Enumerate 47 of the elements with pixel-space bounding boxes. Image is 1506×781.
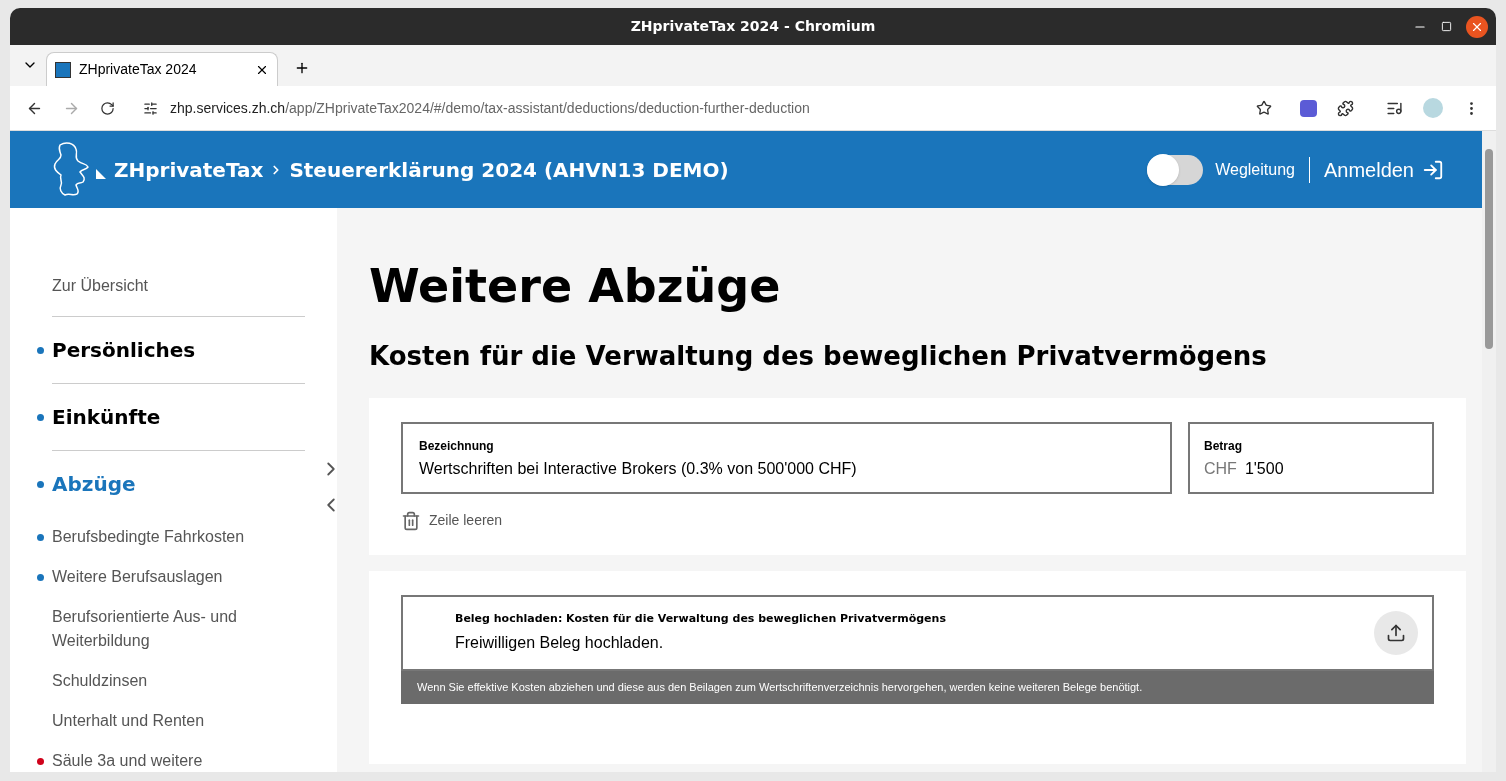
sidebar-item[interactable]: Persönliches xyxy=(52,338,196,362)
sidebar-item[interactable]: Säule 3a und weitere xyxy=(52,749,203,772)
bookmark-star-icon[interactable] xyxy=(1256,100,1272,116)
upload-field[interactable]: Beleg hochladen: Kosten für die Verwaltung des beweglichen Privatvermögens Freiwilligen Beleg hochladen. xyxy=(401,595,1434,671)
window-title: ZHprivateTax 2024 - Chromium xyxy=(630,17,876,36)
upload-button[interactable] xyxy=(1374,611,1418,655)
favicon xyxy=(55,61,71,78)
page-title: Weitere Abzüge xyxy=(369,258,782,314)
login-icon xyxy=(1422,158,1444,181)
tab-title: ZHprivateTax 2024 xyxy=(79,60,198,79)
reload-icon[interactable] xyxy=(100,100,115,116)
field-value: 1'500 xyxy=(1244,459,1284,479)
browser-tab[interactable]: ZHprivateTax 2024 xyxy=(46,52,278,86)
close-button[interactable] xyxy=(1466,15,1488,38)
upload-text: Freiwilligen Beleg hochladen. xyxy=(455,633,665,654)
field-label: Betrag xyxy=(1204,438,1243,455)
sidebar-item[interactable]: Unterhalt und Renten xyxy=(52,709,205,733)
brand-name: ZHprivateTax xyxy=(114,156,264,184)
sidebar-item[interactable]: Weitere Berufsauslagen xyxy=(52,565,223,589)
sidebar-item[interactable]: Abzüge xyxy=(52,472,136,496)
sidebar-item[interactable]: Schuldzinsen xyxy=(52,669,148,693)
field-value: Wertschriften bei Interactive Brokers (0.3% von 500'000 CHF) xyxy=(419,459,858,479)
url-text: zhp.services.zh.ch/app/ZHprivateTax2024/#/demo/tax-assistant/deductions/deduction-further-deduction xyxy=(170,98,811,118)
sidebar-item[interactable]: Zur Übersicht xyxy=(52,274,149,298)
field-label: Bezeichnung xyxy=(419,438,495,455)
sidebar-item[interactable]: Berufsorientierte Aus- und Weiterbildung xyxy=(52,605,305,653)
page-header-title: Steuererklärung 2024 (AHVN13 DEMO) xyxy=(289,156,729,184)
sidebar-item[interactable]: Einkünfte xyxy=(52,405,161,429)
upload-note: Wenn Sie effektive Kosten abziehen und diese aus den Beilagen zum Wertschriftenverzeichnis hervorgehen, werden keine weiteren Belege benötigt. xyxy=(401,671,1434,704)
corner-flag-icon xyxy=(96,168,106,179)
extensions-icon[interactable] xyxy=(1337,99,1354,117)
extension-icon[interactable] xyxy=(1300,99,1317,117)
login-link[interactable]: Anmelden xyxy=(1323,154,1414,185)
sidebar-item[interactable]: Berufsbedingte Fahrkosten xyxy=(52,525,245,549)
trash-icon[interactable] xyxy=(401,510,421,531)
currency-label: CHF xyxy=(1204,459,1237,479)
guide-toggle[interactable] xyxy=(1147,154,1204,185)
amount-field[interactable]: Betrag CHF 1'500 xyxy=(1188,422,1434,494)
clear-row-link[interactable]: Zeile leeren xyxy=(429,510,503,531)
new-tab-icon[interactable] xyxy=(294,60,310,76)
toggle-label: Wegleitung xyxy=(1215,159,1295,180)
upload-icon xyxy=(1386,623,1406,643)
description-field[interactable]: Bezeichnung Wertschriften bei Interactive Brokers (0.3% von 500'000 CHF) xyxy=(401,422,1172,494)
maximize-icon[interactable] xyxy=(1441,21,1452,32)
site-settings-icon[interactable] xyxy=(143,100,158,116)
upload-title: Beleg hochladen: Kosten für die Verwaltung des beweglichen Privatvermögens xyxy=(455,610,947,627)
section-title: Kosten für die Verwaltung des beweglichen Privatvermögens xyxy=(369,340,1268,372)
